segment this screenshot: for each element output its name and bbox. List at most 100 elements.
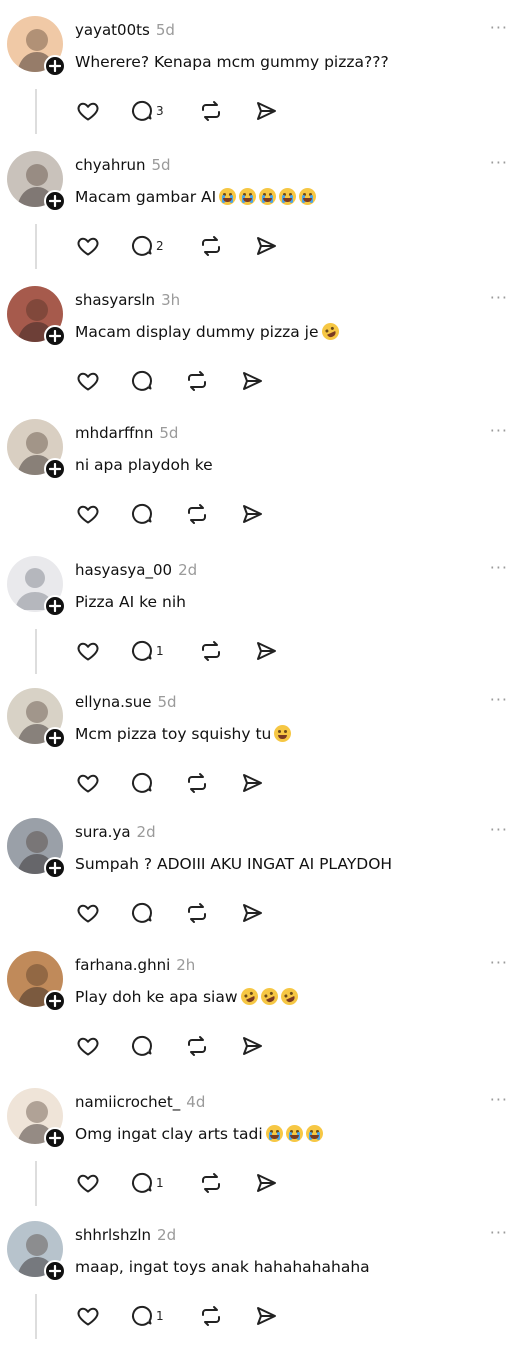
timestamp: 2d — [178, 561, 198, 579]
crying-emoji — [299, 188, 317, 205]
share-icon — [254, 234, 278, 258]
follow-plus-icon[interactable] — [44, 55, 66, 77]
more-options-icon[interactable]: ··· — [490, 820, 508, 839]
repost-button[interactable] — [198, 1170, 224, 1196]
timestamp: 5d — [155, 21, 175, 39]
comment-text: Macam display dummy pizza je — [75, 320, 342, 343]
more-options-icon[interactable]: ··· — [490, 1090, 508, 1109]
comment-text: maap, ingat toys anak hahahahahaha — [75, 1258, 370, 1276]
like-button[interactable] — [76, 1303, 100, 1329]
comment-icon — [130, 1171, 154, 1195]
repost-button[interactable] — [184, 368, 210, 394]
share-icon — [240, 369, 264, 393]
more-options-icon[interactable]: ··· — [490, 690, 508, 709]
repost-button[interactable] — [198, 1303, 224, 1329]
share-button[interactable] — [240, 501, 264, 527]
share-button[interactable] — [254, 233, 278, 259]
follow-plus-icon[interactable] — [44, 727, 66, 749]
repost-button[interactable] — [184, 501, 210, 527]
repost-icon — [198, 234, 224, 258]
more-options-icon[interactable]: ··· — [490, 288, 508, 307]
reply-button[interactable] — [130, 1033, 154, 1059]
more-options-icon[interactable]: ··· — [490, 953, 508, 972]
rofl-emoji — [237, 985, 261, 1008]
follow-plus-icon[interactable] — [44, 857, 66, 879]
reply-button[interactable] — [130, 368, 154, 394]
reply-button[interactable]: 1 — [130, 638, 164, 664]
username[interactable]: farhana.ghni 2h — [75, 956, 195, 974]
reply-button[interactable]: 1 — [130, 1303, 164, 1329]
comment-text: Mcm pizza toy squishy tu — [75, 725, 292, 743]
username[interactable]: yayat00ts 5d — [75, 21, 175, 39]
username[interactable]: shasyarsln 3h — [75, 291, 180, 309]
reply-button[interactable]: 3 — [130, 98, 164, 124]
more-options-icon[interactable]: ··· — [490, 558, 508, 577]
reply-button[interactable]: 1 — [130, 1170, 164, 1196]
follow-plus-icon[interactable] — [44, 458, 66, 480]
thread-line — [35, 1161, 37, 1206]
more-options-icon[interactable]: ··· — [490, 421, 508, 440]
repost-icon — [198, 1304, 224, 1328]
crying-emoji — [239, 188, 257, 205]
repost-button[interactable] — [198, 98, 224, 124]
share-icon — [240, 771, 264, 795]
reply-button[interactable] — [130, 770, 154, 796]
share-button[interactable] — [240, 1033, 264, 1059]
thread-line — [35, 629, 37, 674]
username[interactable]: chyahrun 5d — [75, 156, 171, 174]
rofl-emoji — [257, 985, 281, 1008]
share-button[interactable] — [240, 900, 264, 926]
username[interactable]: sura.ya 2d — [75, 823, 156, 841]
share-button[interactable] — [240, 368, 264, 394]
like-button[interactable] — [76, 900, 100, 926]
repost-icon — [184, 502, 210, 526]
heart-icon — [76, 99, 100, 123]
more-options-icon[interactable]: ··· — [490, 18, 508, 37]
heart-icon — [76, 234, 100, 258]
username[interactable]: mhdarffnn 5d — [75, 424, 178, 442]
like-button[interactable] — [76, 638, 100, 664]
more-options-icon[interactable]: ··· — [490, 153, 508, 172]
timestamp: 4d — [186, 1093, 206, 1111]
share-button[interactable] — [240, 770, 264, 796]
share-button[interactable] — [254, 1170, 278, 1196]
username[interactable]: hasyasya_00 2d — [75, 561, 197, 579]
share-button[interactable] — [254, 638, 278, 664]
share-button[interactable] — [254, 1303, 278, 1329]
repost-icon — [198, 1171, 224, 1195]
comment-icon — [130, 639, 154, 663]
repost-button[interactable] — [198, 638, 224, 664]
follow-plus-icon[interactable] — [44, 1127, 66, 1149]
comment-icon — [130, 1034, 154, 1058]
more-options-icon[interactable]: ··· — [490, 1223, 508, 1242]
timestamp: 2d — [136, 823, 156, 841]
repost-button[interactable] — [184, 1033, 210, 1059]
like-button[interactable] — [76, 501, 100, 527]
like-button[interactable] — [76, 233, 100, 259]
like-button[interactable] — [76, 368, 100, 394]
reply-count: 1 — [156, 1176, 164, 1190]
reply-count: 2 — [156, 239, 164, 253]
repost-button[interactable] — [184, 900, 210, 926]
like-button[interactable] — [76, 770, 100, 796]
follow-plus-icon[interactable] — [44, 990, 66, 1012]
crying-emoji — [219, 188, 237, 205]
reply-button[interactable] — [130, 501, 154, 527]
username[interactable]: ellyna.sue 5d — [75, 693, 177, 711]
reply-button[interactable]: 2 — [130, 233, 164, 259]
follow-plus-icon[interactable] — [44, 1260, 66, 1282]
like-button[interactable] — [76, 1170, 100, 1196]
like-button[interactable] — [76, 1033, 100, 1059]
repost-button[interactable] — [184, 770, 210, 796]
like-button[interactable] — [76, 98, 100, 124]
username[interactable]: namiicrochet_ 4d — [75, 1093, 205, 1111]
comment-icon — [130, 99, 154, 123]
follow-plus-icon[interactable] — [44, 595, 66, 617]
comment-post: ellyna.sue 5d ··· Mcm pizza toy squishy tu — [0, 672, 526, 807]
username[interactable]: shhrlshzln 2d — [75, 1226, 176, 1244]
repost-button[interactable] — [198, 233, 224, 259]
share-button[interactable] — [254, 98, 278, 124]
follow-plus-icon[interactable] — [44, 325, 66, 347]
reply-button[interactable] — [130, 900, 154, 926]
follow-plus-icon[interactable] — [44, 190, 66, 212]
